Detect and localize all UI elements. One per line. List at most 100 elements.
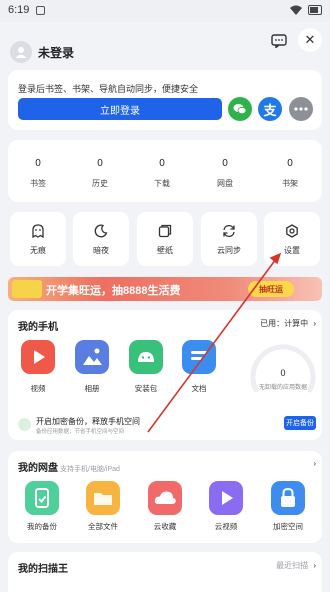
- stats-card: 0 书签 0 历史 0 下载 0 网盘 0 书架: [8, 140, 322, 202]
- login-button[interactable]: 立即登录: [18, 98, 222, 120]
- disk-app-cloud-favorites[interactable]: 云收藏: [143, 481, 187, 532]
- tile-label: 设置: [284, 246, 300, 255]
- ticket-icon: [12, 280, 42, 298]
- phone-app-album[interactable]: 相册: [74, 340, 110, 394]
- wallpaper-icon: [158, 224, 172, 238]
- stat-label: 历史: [92, 179, 108, 188]
- tile-label: 无痕: [30, 246, 46, 255]
- close-button[interactable]: ✕: [298, 28, 322, 52]
- ghost-icon: [32, 224, 44, 238]
- my-scanner-card: 我的扫描王 最近扫描 ›: [8, 552, 322, 592]
- stat-history[interactable]: 0 历史: [75, 158, 125, 189]
- cloud-video-icon: [209, 481, 243, 515]
- notification-icon: [36, 6, 45, 15]
- phone-app-apk[interactable]: 安装包: [128, 340, 164, 394]
- lock-icon: [271, 481, 305, 515]
- storage-used-text: 已用：计算中: [260, 319, 309, 328]
- app-label: 文档: [191, 384, 207, 393]
- tile-dark-mode[interactable]: 暗夜: [73, 212, 129, 266]
- chevron-right-icon: ›: [313, 319, 316, 328]
- message-icon: [271, 34, 287, 48]
- more-login-button[interactable]: [289, 97, 313, 121]
- alipay-login-button[interactable]: 支: [258, 97, 282, 121]
- backup-row[interactable]: 开启加密备份，释放手机空间 备份应用数据，节省手机空间与空间 开启备份: [8, 410, 322, 440]
- backup-phone-icon: [25, 481, 59, 515]
- app-label: 我的备份: [27, 522, 57, 531]
- tile-incognito[interactable]: 无痕: [10, 212, 66, 266]
- user-icon: [15, 47, 27, 58]
- storage-gauge: 0 无卸载的应用数据: [248, 338, 318, 408]
- moon-icon: [94, 224, 108, 238]
- backup-title: 开启加密备份，释放手机空间: [36, 417, 140, 426]
- shield-icon: [18, 418, 31, 431]
- disk-app-cloud-video[interactable]: 云视频: [204, 481, 248, 532]
- phone-app-documents[interactable]: 文档: [181, 340, 217, 394]
- my-cloud-disk-card: 我的网盘 支持手机/电脑/iPad › 我的备份 全部文件 云收藏 云视频 加密空…: [8, 451, 322, 543]
- tile-label: 壁纸: [157, 246, 173, 255]
- section-title-text: 我的网盘: [18, 463, 58, 474]
- app-label: 加密空间: [273, 522, 303, 531]
- alipay-icon: 支: [263, 102, 277, 118]
- stat-bookshelf[interactable]: 0 书架: [265, 158, 315, 189]
- video-icon: [21, 340, 55, 374]
- gauge-value: 0: [280, 368, 286, 378]
- sync-icon: [223, 224, 235, 238]
- enable-backup-button[interactable]: 开启备份: [284, 416, 316, 430]
- gauge-label: 无卸载的应用数据: [258, 385, 307, 391]
- status-bar: 6:19: [0, 0, 330, 22]
- stat-label: 下载: [154, 179, 170, 188]
- wechat-icon: [233, 104, 247, 115]
- phone-app-video[interactable]: 视频: [20, 340, 56, 394]
- app-label: 相册: [84, 384, 100, 393]
- wechat-login-button[interactable]: [228, 97, 252, 121]
- stat-cloud-disk[interactable]: 0 网盘: [200, 158, 250, 189]
- recent-scans-link[interactable]: 最近扫描 ›: [276, 560, 316, 571]
- wifi-icon: [290, 5, 302, 15]
- battery-icon: [308, 5, 322, 15]
- stat-label: 书架: [282, 179, 298, 188]
- stat-value: 0: [97, 158, 103, 169]
- my-phone-card: 我的手机 已用：计算中 › 视频 相册 安装包 文档 0 无卸载的应用数据 开启…: [8, 310, 322, 440]
- app-label: 云视频: [214, 522, 238, 531]
- tile-cloud-sync[interactable]: 云同步: [201, 212, 257, 266]
- message-button[interactable]: [268, 30, 290, 52]
- app-label: 安装包: [134, 384, 158, 393]
- avatar[interactable]: [10, 41, 32, 63]
- tile-label: 云同步: [217, 246, 241, 255]
- disk-app-encrypted-space[interactable]: 加密空间: [266, 481, 310, 532]
- stat-value: 0: [159, 158, 165, 169]
- tile-settings[interactable]: 设置: [264, 212, 320, 266]
- status-time: 6:19: [8, 4, 30, 16]
- app-label: 视频: [30, 384, 46, 393]
- tile-wallpaper[interactable]: 壁纸: [137, 212, 193, 266]
- stat-value: 0: [222, 158, 228, 169]
- storage-used-link[interactable]: 已用：计算中 ›: [260, 318, 316, 329]
- section-title: 我的扫描王: [18, 564, 68, 575]
- chevron-right-icon: ›: [313, 561, 316, 570]
- section-title: 我的网盘 支持手机/电脑/iPad: [18, 459, 120, 474]
- folder-icon: [86, 481, 120, 515]
- recent-scans-text: 最近扫描: [276, 561, 309, 570]
- stat-bookmarks[interactable]: 0 书签: [13, 158, 63, 189]
- app-label: 全部文件: [88, 522, 118, 531]
- login-tip: 登录后书签、书架、导航自动同步，便捷安全: [18, 84, 199, 94]
- stat-label: 网盘: [217, 179, 233, 188]
- more-icon: [294, 107, 308, 111]
- disk-app-my-backup[interactable]: 我的备份: [20, 481, 64, 532]
- stat-value: 0: [35, 158, 41, 169]
- user-row[interactable]: 未登录: [10, 40, 210, 64]
- android-icon: [129, 340, 163, 374]
- banner-button[interactable]: 抽旺运: [248, 281, 294, 297]
- stat-value: 0: [287, 158, 293, 169]
- section-subtitle: 支持手机/电脑/iPad: [60, 466, 120, 473]
- section-title: 我的手机: [18, 322, 58, 333]
- promo-banner[interactable]: 开学集旺运，抽8888生活费 抽旺运: [8, 277, 322, 301]
- stat-downloads[interactable]: 0 下载: [137, 158, 187, 189]
- user-name[interactable]: 未登录: [38, 44, 74, 61]
- tile-label: 暗夜: [93, 246, 109, 255]
- backup-subtitle: 备份应用数据，节省手机空间与空间: [36, 429, 125, 435]
- chevron-right-icon[interactable]: ›: [313, 459, 316, 468]
- login-card: 登录后书签、书架、导航自动同步，便捷安全 立即登录 支: [8, 70, 322, 130]
- disk-app-all-files[interactable]: 全部文件: [81, 481, 125, 532]
- cloud-favorite-icon: [148, 481, 182, 515]
